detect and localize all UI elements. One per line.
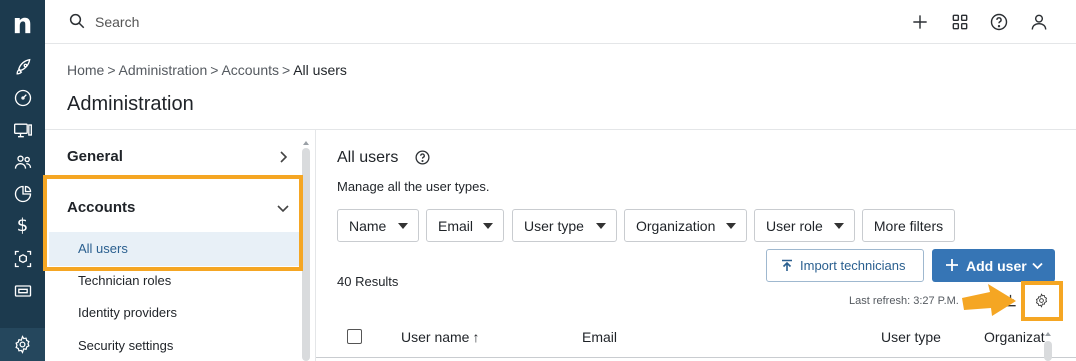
filter-label: User role xyxy=(766,217,823,234)
chevron-right-icon[interactable] xyxy=(276,150,290,164)
user-icon[interactable] xyxy=(1028,11,1050,33)
page-title: Administration xyxy=(67,93,194,115)
caret-down-icon xyxy=(483,223,493,229)
devices-icon[interactable] xyxy=(11,118,34,141)
rocket-icon[interactable] xyxy=(11,56,34,79)
caret-down-icon xyxy=(398,223,408,229)
table-scrollbar[interactable] xyxy=(1044,341,1052,361)
dollar-icon[interactable]: $ xyxy=(11,214,34,237)
apps-grid-icon[interactable] xyxy=(949,11,971,33)
pie-chart-icon[interactable] xyxy=(11,182,34,205)
filter-label: User type xyxy=(524,217,584,234)
scroll-up-arrow-icon[interactable] xyxy=(302,134,310,145)
filter-user-type[interactable]: User type xyxy=(512,209,617,242)
nav-item-identity-providers[interactable]: Identity providers xyxy=(78,305,177,320)
highlight-box-accounts xyxy=(43,175,303,271)
main-content: All users Manage all the user types. Nam… xyxy=(316,130,1076,361)
breadcrumb-separator: > xyxy=(210,62,219,78)
caret-down-icon xyxy=(596,223,606,229)
breadcrumb-separator: > xyxy=(282,62,291,78)
filter-label: Email xyxy=(438,217,474,234)
more-filters-button[interactable]: More filters xyxy=(862,209,955,242)
breadcrumb-separator: > xyxy=(107,62,116,78)
search-input[interactable] xyxy=(95,9,395,35)
import-technicians-button[interactable]: Import technicians xyxy=(766,249,924,282)
breadcrumb-current: All users xyxy=(293,62,347,78)
dashboard-gauge-icon[interactable] xyxy=(11,86,34,109)
plus-icon xyxy=(944,257,960,273)
scroll-up-arrow-icon[interactable] xyxy=(1044,325,1052,336)
chevron-down-icon[interactable] xyxy=(1031,259,1044,272)
filter-label: Organization xyxy=(636,217,716,234)
filter-organization[interactable]: Organization xyxy=(624,209,747,242)
content-description: Manage all the user types. xyxy=(337,179,490,194)
ninjaone-logo[interactable]: n xyxy=(0,8,45,40)
column-label: User name xyxy=(401,329,470,345)
sort-ascending-icon: ↑ xyxy=(472,329,480,345)
column-header-organization[interactable]: Organizat xyxy=(984,329,1045,345)
filter-email[interactable]: Email xyxy=(426,209,504,242)
breadcrumb-accounts[interactable]: Accounts xyxy=(221,62,279,78)
last-refresh: Last refresh: 3:27 P.M. xyxy=(849,295,959,307)
select-all-checkbox[interactable] xyxy=(347,329,362,344)
nav-general[interactable]: General xyxy=(67,148,123,165)
ticket-icon[interactable] xyxy=(11,279,34,302)
import-technicians-label: Import technicians xyxy=(800,258,906,273)
caret-down-icon xyxy=(834,223,844,229)
filter-name[interactable]: Name xyxy=(337,209,419,242)
filter-label: Name xyxy=(349,217,387,234)
column-header-user-type[interactable]: User type xyxy=(881,329,941,345)
help-icon[interactable] xyxy=(988,11,1010,33)
more-filters-label: More filters xyxy=(873,217,944,234)
breadcrumb-home[interactable]: Home xyxy=(67,62,104,78)
add-user-button[interactable]: Add user xyxy=(932,249,1055,282)
results-count: 40 Results xyxy=(337,274,399,289)
search-icon[interactable] xyxy=(68,12,86,30)
column-header-email[interactable]: Email xyxy=(582,329,617,345)
highlight-box-settings xyxy=(1021,281,1063,321)
breadcrumb: Home > Administration > Accounts > All users xyxy=(67,62,347,78)
upload-icon xyxy=(782,259,792,271)
nav-item-security-settings[interactable]: Security settings xyxy=(78,338,173,353)
top-bar xyxy=(45,0,1076,44)
users-icon[interactable] xyxy=(11,150,34,173)
scan-cube-icon[interactable] xyxy=(11,247,34,270)
caret-down-icon xyxy=(726,223,736,229)
navigation-rail: n $ xyxy=(0,0,45,361)
add-user-label: Add user xyxy=(966,257,1027,274)
nav-item-technician-roles[interactable]: Technician roles xyxy=(78,273,171,288)
content-title: All users xyxy=(337,149,399,166)
settings-gear-icon[interactable] xyxy=(0,328,45,361)
filter-user-role[interactable]: User role xyxy=(754,209,855,242)
plus-icon[interactable] xyxy=(909,11,931,33)
help-circle-icon[interactable] xyxy=(414,149,431,166)
breadcrumb-administration[interactable]: Administration xyxy=(119,62,208,78)
left-nav-scrollbar[interactable] xyxy=(302,148,310,361)
callout-arrow-icon xyxy=(962,284,1016,316)
column-header-user-name[interactable]: User name ↑ xyxy=(401,329,479,345)
